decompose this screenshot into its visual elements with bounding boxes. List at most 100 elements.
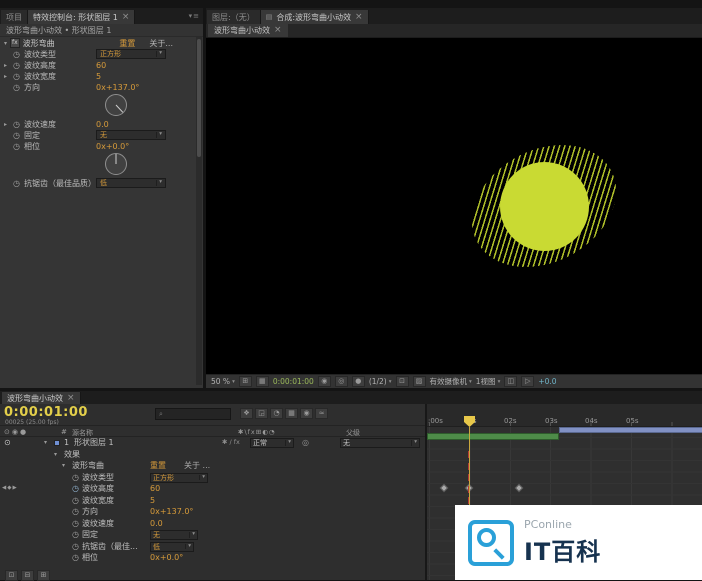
tab-effect-controls[interactable]: 特效控制台: 形状图层 1 × <box>28 10 135 24</box>
view-layout-dropdown[interactable]: 1视图▾ <box>476 376 501 387</box>
pinning-dropdown[interactable]: 无 ▾ <box>96 130 166 140</box>
parent-dropdown[interactable]: 无▾ <box>340 438 420 448</box>
pixel-aspect-icon[interactable]: ◫ <box>504 376 517 387</box>
exposure-value[interactable]: +0.0 <box>538 377 556 386</box>
tl-property-row-pinning[interactable]: ◷ 固定 无▾ <box>0 529 426 541</box>
twirl-down-icon[interactable]: ▾ <box>54 449 57 461</box>
stopwatch-icon[interactable]: ◷ <box>72 472 79 484</box>
twirl-right-icon[interactable]: ▸ <box>4 62 7 70</box>
grid-guides-icon[interactable]: ▨ <box>413 376 426 387</box>
phase-dial[interactable] <box>105 153 127 175</box>
reset-button[interactable]: 重置 <box>119 38 135 49</box>
current-timecode[interactable]: 0:00:01:00 <box>4 405 88 420</box>
stopwatch-icon[interactable]: ◷ <box>72 518 79 530</box>
scrollbar[interactable] <box>196 37 202 385</box>
frame-blend-icon[interactable]: ▦ <box>285 408 298 419</box>
property-value[interactable]: 0.0 <box>150 518 163 530</box>
tab-comp-viewer[interactable]: ▤ 合成:波形弯曲小动效 × <box>261 10 369 24</box>
tl-property-row-wave-type[interactable]: ◷ 波纹类型 正方形▾ <box>0 472 426 484</box>
direction-dial[interactable] <box>105 94 127 116</box>
expand-layer-pane-icon[interactable]: ⊡ <box>5 570 18 581</box>
motion-blur-icon[interactable]: ◉ <box>300 408 313 419</box>
layer-label-chip[interactable] <box>54 440 60 446</box>
property-value[interactable]: 0x+0.0° <box>96 141 129 152</box>
stopwatch-icon[interactable]: ◷ <box>13 71 20 82</box>
tl-property-row-wave-height[interactable]: ◀◆▶ ◷ 波纹高度 60 <box>0 483 426 495</box>
blend-mode-dropdown[interactable]: 正常▾ <box>250 438 294 448</box>
layer-duration-bar[interactable] <box>427 433 559 440</box>
tl-property-row-wave-speed[interactable]: ◷ 波纹速度 0.0 <box>0 518 426 530</box>
tab-project[interactable]: 项目 <box>1 10 28 24</box>
snapshot-icon[interactable]: ◉ <box>318 376 331 387</box>
stopwatch-icon[interactable]: ◷ <box>13 60 20 71</box>
property-value[interactable]: 60 <box>96 60 106 71</box>
pickwhip-icon[interactable]: ◎ <box>302 437 309 449</box>
transparency-grid-icon[interactable]: ▦ <box>256 376 269 387</box>
stopwatch-icon[interactable]: ◷ <box>13 82 20 93</box>
zoom-dropdown[interactable]: 50 %▾ <box>211 377 235 386</box>
show-snapshot-icon[interactable]: ◎ <box>335 376 348 387</box>
close-icon[interactable]: × <box>274 26 282 35</box>
layer-switches-icon[interactable]: ✱ / fx <box>222 437 240 449</box>
tl-property-row-wave-width[interactable]: ◷ 波纹宽度 5 <box>0 495 426 507</box>
stopwatch-icon[interactable]: ◷ <box>72 506 79 518</box>
layer-row[interactable]: ⊙ ▾ 1 形状图层 1 ✱ / fx 正常▾ ◎ 无▾ <box>0 437 426 449</box>
fast-preview-icon[interactable]: ▷ <box>521 376 534 387</box>
twirl-down-icon[interactable]: ▾ <box>4 40 7 47</box>
property-value[interactable]: 5 <box>96 71 101 82</box>
twirl-down-icon[interactable]: ▾ <box>44 437 47 449</box>
effect-row[interactable]: ▾ 波形弯曲 重置 关于 ... <box>0 460 426 472</box>
graph-toggle-icon[interactable]: ⊟ <box>21 570 34 581</box>
resolution-dropdown[interactable]: (1/2)▾ <box>369 377 392 386</box>
property-value[interactable]: 0x+137.0° <box>150 506 193 518</box>
wave-type-dropdown[interactable]: 正方形▾ <box>150 473 208 483</box>
hide-shy-layers-icon[interactable]: ◔ <box>270 408 283 419</box>
eye-icon[interactable]: ⊙ <box>4 437 11 449</box>
twirl-right-icon[interactable]: ▸ <box>4 73 7 81</box>
effect-enable-icon[interactable]: fx <box>10 38 20 47</box>
tl-property-row-direction[interactable]: ◷ 方向 0x+137.0° <box>0 506 426 518</box>
switches-modes-toggle-icon[interactable]: ⊞ <box>37 570 50 581</box>
close-icon[interactable]: × <box>355 13 363 22</box>
viewer-timecode[interactable]: 0:00:01:00 <box>273 377 314 386</box>
property-value[interactable]: 0.0 <box>96 119 109 130</box>
stopwatch-icon[interactable]: ◷ <box>13 49 20 60</box>
tab-layer-viewer[interactable]: 图层:（无） <box>207 10 261 24</box>
stopwatch-icon[interactable]: ◷ <box>13 130 20 141</box>
composition-flowchart-icon[interactable]: ❖ <box>240 408 253 419</box>
property-value[interactable]: 0x+0.0° <box>150 552 183 564</box>
camera-dropdown[interactable]: 有效摄像机▾ <box>430 376 472 387</box>
graph-editor-icon[interactable]: ≈ <box>315 408 328 419</box>
channels-icon[interactable]: ● <box>352 376 365 387</box>
safe-areas-icon[interactable]: ⊞ <box>239 376 252 387</box>
scrollbar-thumb[interactable] <box>197 39 201 157</box>
stopwatch-icon[interactable]: ◷ <box>72 552 79 564</box>
stopwatch-icon[interactable]: ◷ <box>72 529 79 541</box>
close-icon[interactable]: × <box>67 394 75 403</box>
close-icon[interactable]: × <box>122 13 130 22</box>
layer-name[interactable]: 形状图层 1 <box>74 437 114 449</box>
stopwatch-icon[interactable]: ◷ <box>72 483 79 495</box>
stopwatch-icon[interactable]: ◷ <box>13 141 20 152</box>
region-of-interest-icon[interactable]: ⊡ <box>396 376 409 387</box>
stopwatch-icon[interactable]: ◷ <box>13 178 20 189</box>
about-button[interactable]: 关于 ... <box>184 460 210 472</box>
draft-3d-icon[interactable]: ◲ <box>255 408 268 419</box>
reset-button[interactable]: 重置 <box>150 460 166 472</box>
stopwatch-icon[interactable]: ◷ <box>13 119 20 130</box>
stopwatch-icon[interactable]: ◷ <box>72 541 79 553</box>
antialiasing-dropdown[interactable]: 低▾ <box>150 542 194 552</box>
about-button[interactable]: 关于... <box>149 38 173 49</box>
composition-canvas[interactable] <box>206 38 702 374</box>
antialiasing-dropdown[interactable]: 低 ▾ <box>96 178 166 188</box>
stopwatch-icon[interactable]: ◷ <box>72 495 79 507</box>
keyframe-navigator[interactable]: ◀◆▶ <box>2 483 18 495</box>
search-box[interactable]: ⌕ <box>155 408 231 420</box>
tab-timeline-comp[interactable]: 波形弯曲小动效 × <box>2 392 81 404</box>
pinning-dropdown[interactable]: 无▾ <box>150 530 198 540</box>
property-value[interactable]: 0x+137.0° <box>96 82 139 93</box>
panel-menu-icon[interactable]: ▾≡ <box>189 12 199 20</box>
comp-name-tab[interactable]: 波形弯曲小动效 × <box>208 24 288 37</box>
wave-type-dropdown[interactable]: 正方形 ▾ <box>96 49 166 59</box>
tl-property-row-phase[interactable]: ◷ 相位 0x+0.0° <box>0 552 426 564</box>
